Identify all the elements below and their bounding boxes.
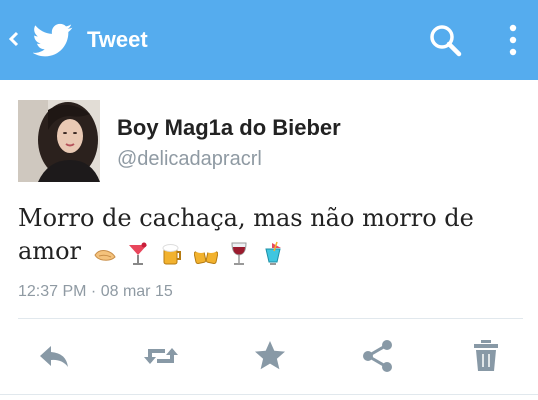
clinking-beers-emoji bbox=[193, 246, 218, 264]
favorite-star-icon[interactable] bbox=[250, 336, 290, 376]
share-icon[interactable] bbox=[358, 336, 398, 376]
cocktail-emoji bbox=[129, 242, 148, 265]
avatar-photo bbox=[18, 100, 100, 182]
page-title: Tweet bbox=[87, 27, 148, 52]
app-bar: Tweet bbox=[0, 0, 538, 80]
search-icon[interactable] bbox=[427, 22, 465, 60]
display-name[interactable]: Boy Mag1a do Bieber bbox=[117, 114, 341, 142]
emoji-group bbox=[93, 236, 287, 269]
tropical-drink-emoji bbox=[265, 241, 281, 265]
user-handle[interactable]: @delicadapracrl bbox=[117, 146, 262, 172]
retweet-icon[interactable] bbox=[141, 336, 181, 376]
twitter-bird-logo[interactable] bbox=[33, 20, 73, 60]
back-chevron-icon[interactable] bbox=[6, 22, 22, 56]
avatar[interactable] bbox=[18, 100, 100, 182]
beer-mug-emoji bbox=[162, 243, 181, 264]
tweet-text: Morro de cachaça, mas não morro de amor bbox=[18, 202, 523, 269]
wine-glass-emoji bbox=[231, 242, 247, 265]
reply-icon[interactable] bbox=[34, 336, 74, 376]
tweet-timestamp: 12:37 PM · 08 mar 15 bbox=[18, 283, 173, 300]
divider bbox=[18, 318, 523, 319]
delete-trash-icon[interactable] bbox=[466, 336, 506, 376]
bottom-divider bbox=[0, 394, 538, 395]
more-vertical-icon[interactable] bbox=[500, 20, 526, 60]
clapping-hands-emoji bbox=[94, 249, 116, 261]
